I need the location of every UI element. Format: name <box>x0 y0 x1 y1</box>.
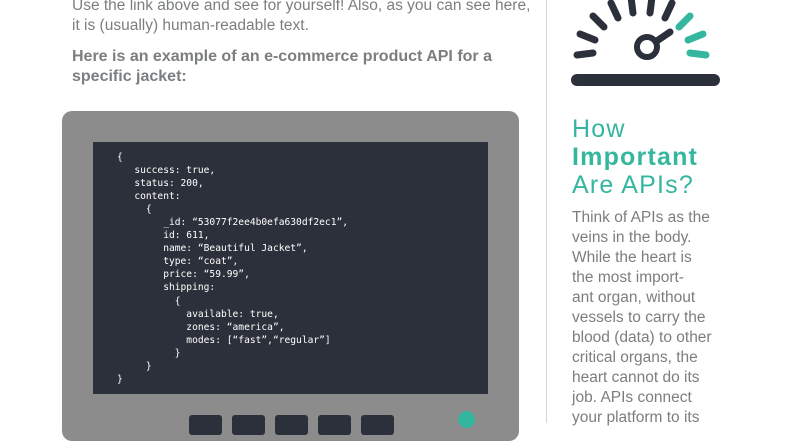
sidebar-line: While the heart is <box>572 249 692 266</box>
intro-paragraph: Use the link above and see for yourself!… <box>72 0 542 36</box>
power-light <box>458 411 475 428</box>
sidebar-line: job. APIs connect <box>572 389 692 406</box>
monitor-screen: { success: true, status: 200, content: {… <box>93 142 488 394</box>
sidebar-heading: How Important Are APIs? <box>572 115 698 199</box>
sidebar-line: veins in the body. <box>572 229 692 246</box>
example-heading-line: specific jacket: <box>72 68 187 85</box>
monitor-key <box>232 415 265 435</box>
monitor-illustration: { success: true, status: 200, content: {… <box>62 111 519 441</box>
heading-line-how: How <box>572 115 626 143</box>
example-heading-line: Here is an example of an e-commerce prod… <box>72 48 492 65</box>
monitor-key <box>361 415 394 435</box>
sidebar-line: vessels to carry the <box>572 309 706 326</box>
monitor-key <box>318 415 351 435</box>
intro-line: Use the link above and see for yourself!… <box>72 0 531 14</box>
monitor-key <box>189 415 222 435</box>
sidebar-line: blood (data) to other <box>572 329 712 346</box>
monitor-key <box>275 415 308 435</box>
sidebar-line: your platform to its <box>572 409 700 426</box>
sidebar-line: ant organ, without <box>572 289 696 306</box>
heading-line-important: Important <box>572 143 699 171</box>
sidebar-line: the most import- <box>572 269 684 286</box>
sidebar-line: heart cannot do its <box>572 369 700 386</box>
column-divider <box>546 0 547 423</box>
speedometer-icon <box>571 0 720 86</box>
sidebar-line: Think of APIs as the <box>572 209 710 226</box>
example-heading: Here is an example of an e-commerce prod… <box>72 47 512 87</box>
api-json-code: { success: true, status: 200, content: {… <box>117 152 349 385</box>
sidebar-line: critical organs, the <box>572 349 698 366</box>
intro-line: it is (usually) human-readable text. <box>72 17 309 34</box>
sidebar-body-text: Think of APIs as the veins in the body. … <box>572 208 722 428</box>
heading-line-are-apis: Are APIs? <box>572 171 694 199</box>
